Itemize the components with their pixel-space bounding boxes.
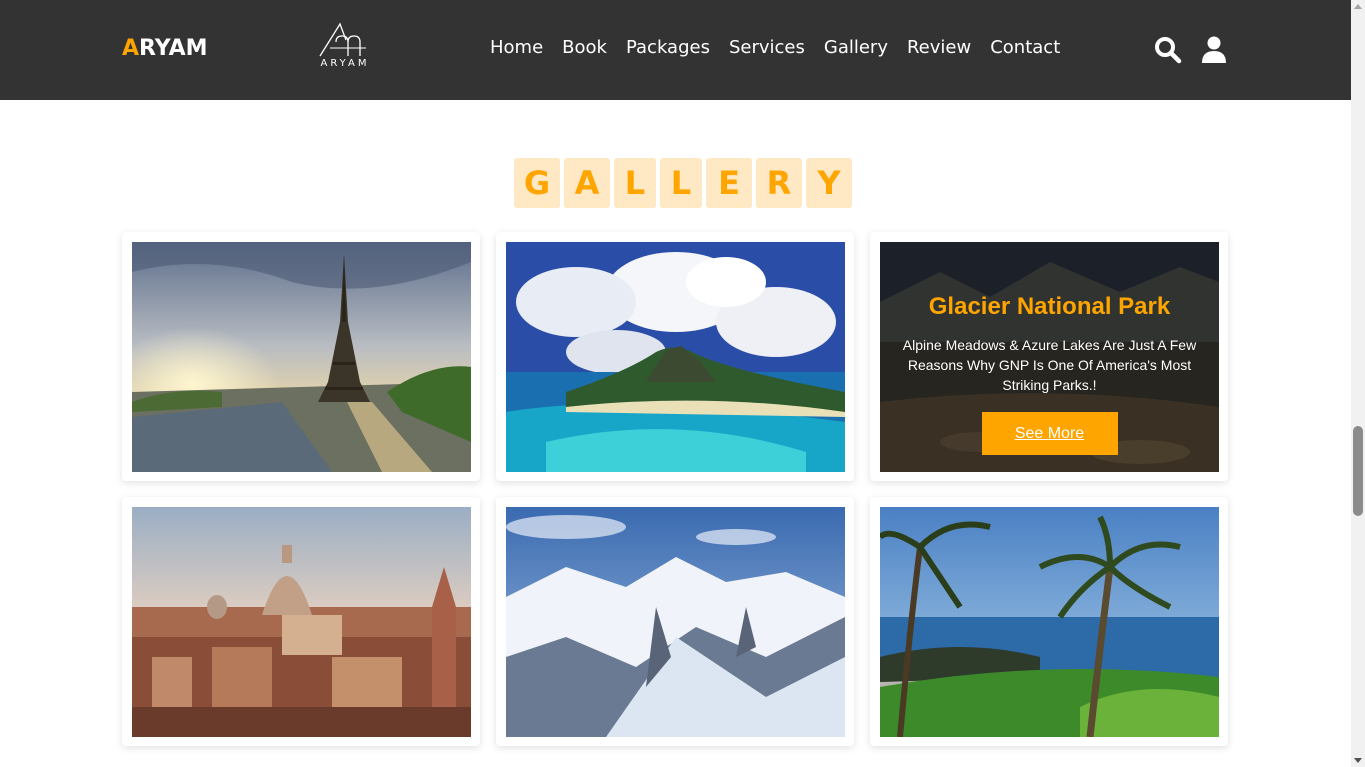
featured-description: Alpine Meadows & Azure Lakes Are Just A … — [902, 337, 1197, 393]
nav-home[interactable]: Home — [490, 37, 543, 58]
scroll-down-arrow-icon[interactable] — [1354, 758, 1362, 763]
user-button[interactable] — [1199, 35, 1229, 65]
site-header: ARYAM ARYAM Home Book Packages Services … — [0, 0, 1351, 100]
featured-gallery-card[interactable]: Glacier National Park Alpine Meadows & A… — [870, 232, 1228, 481]
nav-contact[interactable]: Contact — [990, 37, 1060, 58]
search-button[interactable] — [1153, 35, 1183, 65]
nav-gallery[interactable]: Gallery — [824, 37, 888, 58]
scroll-up-arrow-icon[interactable] — [1354, 4, 1362, 9]
nav-packages[interactable]: Packages — [626, 37, 710, 58]
gallery-heading: G A L L E R Y — [514, 158, 852, 208]
aryam-logo[interactable]: ARYAM — [310, 22, 380, 72]
palm-beach-image — [880, 507, 1219, 737]
heading-letter: Y — [806, 158, 852, 208]
snowy-mountains-photo[interactable] — [506, 507, 845, 737]
heading-letter: G — [514, 158, 560, 208]
featured-overlay: Glacier National Park Alpine Meadows & A… — [880, 242, 1219, 472]
logo-text: ARYAM — [320, 58, 370, 69]
tropical-island-image — [506, 242, 845, 472]
rome-city-image — [132, 507, 471, 737]
search-icon — [1155, 37, 1182, 64]
nav-review[interactable]: Review — [907, 37, 971, 58]
gallery-card[interactable] — [496, 497, 854, 746]
gallery-card[interactable] — [122, 232, 480, 481]
heading-letter: L — [660, 158, 702, 208]
heading-letter: R — [756, 158, 802, 208]
gallery-card[interactable] — [496, 232, 854, 481]
snowy-mountains-image — [506, 507, 845, 737]
brand-name[interactable]: ARYAM — [122, 36, 208, 61]
gallery-card[interactable] — [870, 497, 1228, 746]
eiffel-tower-image — [132, 242, 471, 472]
eiffel-tower-photo[interactable] — [132, 242, 471, 472]
see-more-button[interactable]: See More — [981, 412, 1118, 455]
page-scrollbar[interactable] — [1351, 0, 1365, 767]
rome-city-photo[interactable] — [132, 507, 471, 737]
nav-book[interactable]: Book — [562, 37, 607, 58]
scroll-thumb[interactable] — [1353, 426, 1363, 516]
palm-beach-photo[interactable] — [880, 507, 1219, 737]
nav-services[interactable]: Services — [729, 37, 805, 58]
heading-letter: L — [614, 158, 656, 208]
glacier-lake-photo[interactable]: Glacier National Park Alpine Meadows & A… — [880, 242, 1219, 472]
main-nav: Home Book Packages Services Gallery Revi… — [490, 37, 1060, 58]
gallery-card[interactable] — [122, 497, 480, 746]
user-icon — [1202, 36, 1226, 63]
heading-letter: A — [564, 158, 610, 208]
heading-letter: E — [706, 158, 752, 208]
logo-mark-icon — [319, 22, 366, 57]
featured-title: Glacier National Park — [928, 293, 1171, 320]
tropical-island-photo[interactable] — [506, 242, 845, 472]
